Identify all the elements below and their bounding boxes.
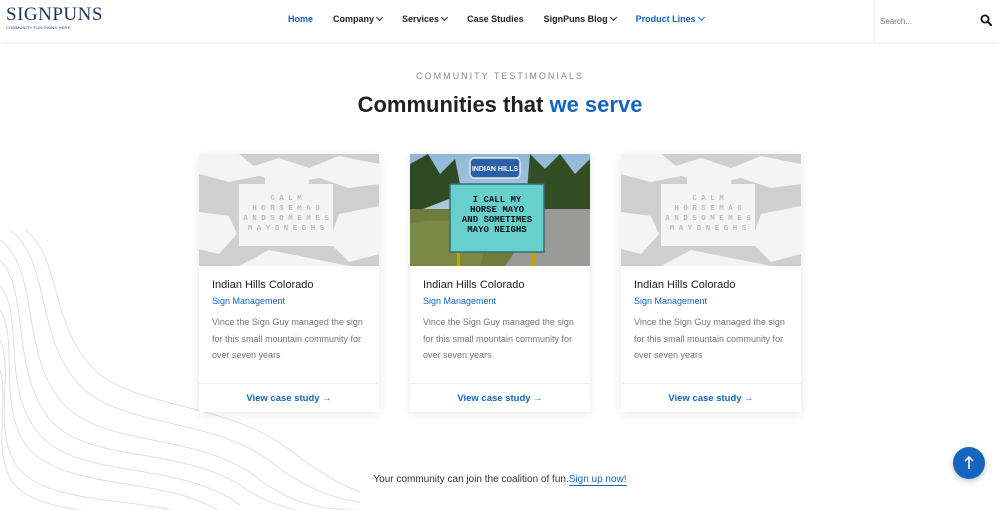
title-main: Communities that	[357, 92, 550, 117]
sign-line: AND SOMETIMES	[462, 215, 533, 225]
section-title: Communities that we serve	[0, 92, 1000, 118]
nav-item-label: Product Lines	[635, 14, 696, 24]
card-category-link[interactable]: Sign Management	[212, 296, 372, 306]
sign-banner-text: INDIAN HILLS	[472, 166, 519, 173]
section-eyebrow: COMMUNITY TESTIMONIALS	[416, 71, 584, 81]
sign-line: H O R S E M A 0	[674, 205, 742, 213]
arrow-up-icon	[964, 455, 974, 469]
view-case-study-link[interactable]: View case study →	[621, 383, 801, 412]
sign-line: M A Y 0 N E G H S	[248, 225, 325, 233]
sign-photo[interactable]: INDIAN HILLS I CALL MY HORSE MAYO AND SOMET…	[410, 154, 590, 266]
sign-line: A N D S O M E M E S	[665, 215, 751, 223]
nav-item-company[interactable]: Company	[333, 13, 384, 24]
title-highlight: we serve	[549, 92, 643, 117]
view-case-study-link[interactable]: View case study →	[199, 383, 379, 412]
cta-text: Your community can join the coalition of…	[373, 474, 569, 485]
logo-wordmark: SIGNPUNS	[6, 4, 103, 25]
nav-item-label: Company	[333, 14, 375, 24]
chevron-down-icon	[697, 13, 705, 22]
nav-item-case-studies[interactable]: Case Studies	[467, 14, 524, 24]
card-body: Indian Hills Colorado Sign Management Vinc…	[423, 279, 583, 364]
site-logo[interactable]: SIGNPUNS COMMUNITY FUN SIGNS HERE	[6, 4, 103, 36]
main-nav: Home Company Services Case Studies SignPuns …	[288, 13, 724, 24]
sign-line: MAYO NEIGHS	[467, 225, 527, 235]
logo-tagline: COMMUNITY FUN SIGNS HERE	[6, 25, 71, 30]
signup-cta: Your community can join the coalition of…	[0, 474, 1000, 486]
sign-line: H O R S E M A 0	[252, 205, 320, 213]
nav-item-product-lines[interactable]: Product Lines	[635, 13, 705, 24]
chevron-down-icon	[609, 13, 617, 22]
view-case-study-link[interactable]: View case study →	[410, 383, 590, 412]
sign-line: C A L M	[692, 195, 724, 203]
case-study-card: INDIAN HILLS I CALL MY HORSE MAYO AND SOMET…	[410, 154, 590, 412]
card-category-link[interactable]: Sign Management	[634, 296, 794, 306]
nav-item-label: Home	[288, 14, 314, 24]
card-category-link[interactable]: Sign Management	[423, 296, 583, 306]
sign-placeholder-image[interactable]: C A L M H O R S E M A 0 A N D S O M E M E …	[199, 154, 379, 266]
card-description: Vince the Sign Guy managed the sign for …	[423, 317, 574, 360]
sign-line: I CALL MY	[473, 195, 522, 205]
sign-line: A N D S O M E M E S	[243, 215, 329, 223]
chevron-down-icon	[375, 13, 384, 22]
nav-item-signpuns-blog[interactable]: SignPuns Blog	[543, 13, 617, 24]
site-header: SIGNPUNS COMMUNITY FUN SIGNS HERE Home Co…	[0, 0, 1000, 42]
signup-link[interactable]: Sign up now!	[568, 474, 627, 486]
nav-item-label: Services	[402, 14, 440, 24]
sign-line: M A Y 0 N E G H S	[670, 225, 747, 233]
card-body: Indian Hills Colorado Sign Management Vinc…	[634, 279, 794, 364]
sign-placeholder-image[interactable]: C A L M H O R S E M A 0 A N D S O M E M E …	[621, 154, 801, 266]
case-study-card: C A L M H O R S E M A 0 A N D S O M E M E …	[199, 154, 379, 412]
sign-line: HORSE MAYO	[470, 205, 525, 215]
card-title: Indian Hills Colorado	[423, 279, 525, 291]
search-icon[interactable]	[980, 14, 992, 26]
back-to-top-button[interactable]	[953, 447, 985, 479]
card-body: Indian Hills Colorado Sign Management Vinc…	[212, 279, 372, 364]
case-study-card: C A L M H O R S E M A 0 A N D S O M E M E …	[621, 154, 801, 412]
card-title: Indian Hills Colorado	[634, 279, 736, 291]
search-input[interactable]	[880, 13, 970, 29]
nav-item-label: SignPuns Blog	[543, 14, 608, 24]
sign-line: C A L M	[270, 195, 302, 203]
nav-item-home[interactable]: Home	[288, 14, 313, 24]
search-box	[874, 0, 1000, 42]
card-description: Vince the Sign Guy managed the sign for …	[634, 317, 785, 360]
chevron-down-icon	[441, 13, 449, 22]
card-title: Indian Hills Colorado	[212, 279, 314, 291]
card-description: Vince the Sign Guy managed the sign for …	[212, 317, 363, 360]
nav-item-services[interactable]: Services	[402, 13, 449, 24]
nav-item-label: Case Studies	[467, 14, 524, 24]
